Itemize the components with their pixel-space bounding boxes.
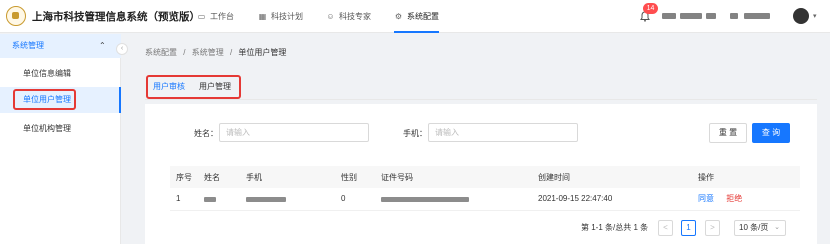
- top-bar: 上海市科技管理信息系统（预览版） ▭ 工作台 ▦ 科技计划 ☺ 科技专家 ⚙ 系…: [0, 0, 830, 33]
- nav-label: 工作台: [210, 12, 234, 21]
- next-page-button[interactable]: >: [705, 220, 720, 236]
- cell-created-time: 2021-09-15 22:47:40: [532, 188, 692, 211]
- highlight-box-tabs: [146, 75, 241, 99]
- sidebar-item-unit-info[interactable]: 单位信息编辑: [0, 61, 121, 87]
- reject-link[interactable]: 拒绝: [726, 194, 742, 203]
- name-input[interactable]: [219, 123, 369, 142]
- nav-tech-plan[interactable]: ▦ 科技计划: [258, 0, 303, 33]
- page-size-select[interactable]: 10 条/页 ⌄: [734, 220, 786, 236]
- nav-label: 科技专家: [339, 12, 371, 21]
- chevron-down-icon[interactable]: ▾: [813, 12, 817, 20]
- table-row: 1 0 2021-09-15 22:47:40 同意 拒绝: [170, 188, 800, 211]
- column-header: 操作: [692, 166, 800, 188]
- table-header-row: 序号 姓名 手机 性别 证件号码 创建时间 操作: [170, 166, 800, 188]
- redacted-user-info: [680, 13, 702, 19]
- grid-icon: ▦: [258, 12, 267, 21]
- page-size-value: 10 条/页: [739, 223, 769, 232]
- page-1-button[interactable]: 1: [681, 220, 696, 236]
- agree-link[interactable]: 同意: [698, 194, 714, 203]
- column-header: 证件号码: [375, 166, 532, 188]
- app-title: 上海市科技管理信息系统（预览版）: [32, 11, 200, 23]
- cell-name-redacted: [198, 188, 240, 211]
- redacted-user-info: [744, 13, 770, 19]
- query-button[interactable]: 查 询: [752, 123, 790, 143]
- nav-system-config[interactable]: ⚙ 系统配置: [394, 0, 439, 33]
- chevron-down-icon: ⌄: [774, 224, 780, 231]
- sidebar-item-label: 单位信息编辑: [23, 69, 71, 78]
- redacted-user-info: [730, 13, 738, 19]
- phone-label: 手机：: [403, 129, 427, 138]
- nav-label: 系统配置: [407, 12, 439, 21]
- monitor-icon: ▭: [197, 12, 206, 21]
- breadcrumb-item[interactable]: 系统配置: [145, 48, 177, 57]
- app-logo[interactable]: [6, 6, 26, 26]
- phone-input[interactable]: [428, 123, 578, 142]
- breadcrumb: 系统配置 / 系统管理 / 单位用户管理: [145, 47, 286, 58]
- redacted-user-info: [706, 13, 716, 19]
- sidebar: 系统管理 ⌃ 单位信息编辑 单位用户管理 单位机构管理: [0, 34, 121, 244]
- breadcrumb-item[interactable]: 系统管理: [192, 48, 224, 57]
- nav-workbench[interactable]: ▭ 工作台: [197, 0, 234, 33]
- column-header: 手机: [240, 166, 335, 188]
- breadcrumb-separator: /: [229, 48, 233, 57]
- column-header: 性别: [335, 166, 375, 188]
- column-header: 创建时间: [532, 166, 692, 188]
- pagination-summary: 第 1-1 条/总共 1 条: [581, 223, 649, 232]
- user-icon: ☺: [326, 12, 335, 21]
- sidebar-group-label: 系统管理: [12, 41, 44, 50]
- reset-button[interactable]: 重 置: [709, 123, 747, 143]
- column-header: 序号: [170, 166, 198, 188]
- cell-gender: 0: [335, 188, 375, 211]
- user-table: 序号 姓名 手机 性别 证件号码 创建时间 操作 1 0 2021-09-15 …: [170, 166, 800, 211]
- cell-phone-redacted: [240, 188, 335, 211]
- nav-tech-experts[interactable]: ☺ 科技专家: [326, 0, 371, 33]
- notification-badge: 14: [643, 3, 658, 14]
- sidebar-item-label: 单位机构管理: [23, 124, 71, 133]
- chevron-up-icon: ⌃: [99, 41, 106, 50]
- name-label: 姓名：: [194, 129, 218, 138]
- gear-icon: ⚙: [394, 12, 403, 21]
- tab-divider: [145, 99, 817, 100]
- prev-page-button[interactable]: <: [658, 220, 673, 236]
- collapse-sidebar-icon[interactable]: ‹: [116, 43, 128, 55]
- breadcrumb-current: 单位用户管理: [238, 48, 287, 57]
- avatar[interactable]: [793, 8, 809, 24]
- highlight-box-sidebar: [13, 89, 76, 110]
- cell-actions: 同意 拒绝: [692, 188, 800, 211]
- nav-label: 科技计划: [271, 12, 303, 21]
- sidebar-group-system-management[interactable]: 系统管理 ⌃: [0, 34, 121, 58]
- cell-id-number-redacted: [375, 188, 532, 211]
- column-header: 姓名: [198, 166, 240, 188]
- cell-index: 1: [170, 188, 198, 211]
- redacted-user-info: [662, 13, 676, 19]
- breadcrumb-separator: /: [183, 48, 186, 57]
- sidebar-item-unit-org[interactable]: 单位机构管理: [0, 116, 121, 142]
